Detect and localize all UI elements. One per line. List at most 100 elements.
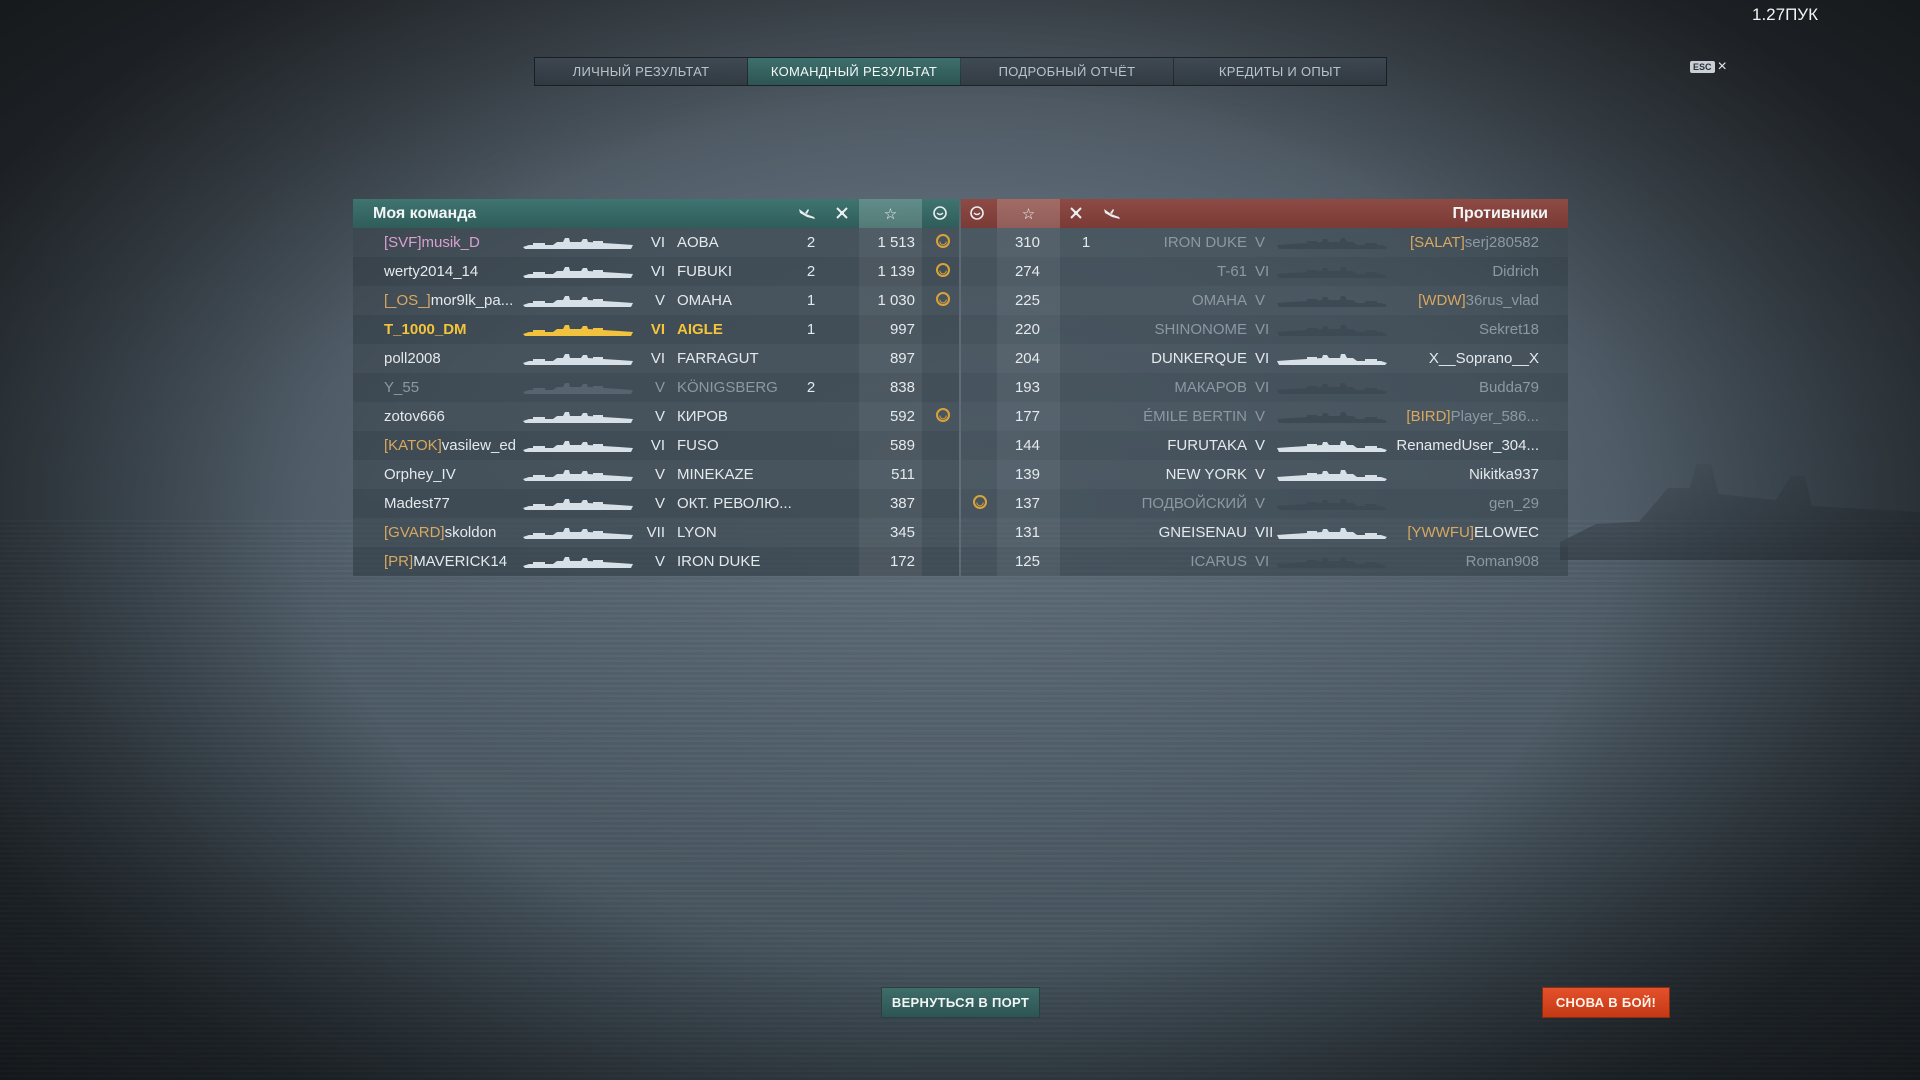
player-name-cell: Roman908 [1466,553,1539,570]
tab-personal-result[interactable]: ЛИЧНЫЙ РЕЗУЛЬТАТ [535,58,748,85]
ship-name: LYON [677,524,717,541]
my-team-row[interactable]: [GVARD]skoldon VII LYON 345 [353,518,959,547]
enemy-team-row[interactable]: 177 ÉMILE BERTIN V [BIRD]Player_586... [961,402,1568,431]
tab-detailed-report[interactable]: ПОДРОБНЫЙ ОТЧЁТ [961,58,1174,85]
enemy-team-row[interactable]: 131 GNEISENAU VII [YWWFU]ELOWEC [961,518,1568,547]
ship-silhouette-icon [523,409,633,425]
enemy-team-row[interactable]: 225 OMAHA V [WDW]36rus_vlad [961,286,1568,315]
my-team-row[interactable]: Orphey_IV V MINEKAZE 511 [353,460,959,489]
xp-value: 225 [1014,292,1040,309]
medal-icon: ◡ [936,263,950,277]
battle-again-button[interactable]: СНОВА В БОЙ! [1542,987,1670,1018]
ship-name: OMAHA [1191,292,1247,309]
xp-value: 997 [889,321,915,338]
ship-silhouette-icon [1277,293,1387,309]
tab-team-result[interactable]: КОМАНДНЫЙ РЕЗУЛЬТАТ [748,58,961,85]
ship-silhouette-icon [1277,409,1387,425]
player-name: gen_29 [1488,495,1539,512]
player-name: werty2014_14 [384,263,479,280]
player-name-cell: X__Soprano__X [1429,350,1539,367]
ship-tier: VI [650,437,665,454]
player-name: Roman908 [1465,553,1539,570]
ship-name: ICARUS [1190,553,1247,570]
my-team-row[interactable]: [PR]MAVERICK14 V IRON DUKE 172 [353,547,959,576]
ship-silhouette-icon [523,496,633,512]
xp-value: 310 [1014,234,1040,251]
close-icon[interactable]: × [1718,59,1727,75]
ship-silhouette-icon [523,322,633,338]
my-team-row[interactable]: zotov666 V КИРОВ 592 ◡ [353,402,959,431]
xp-value: 220 [1014,321,1040,338]
player-name: X__Soprano__X [1428,350,1539,367]
player-name-cell: [_OS_]mor9lk_pa... [384,292,513,309]
ship-silhouette-icon [1277,351,1387,367]
xp-value: 204 [1014,350,1040,367]
ship-name: FUSO [677,437,719,454]
ship-tier: VI [650,234,665,251]
ship-tier: VI [650,321,665,338]
enemy-team-row[interactable]: 139 NEW YORK V Nikitka937 [961,460,1568,489]
player-name: Budda79 [1478,379,1539,396]
team-results-panel: Моя команда ☆ ☆ Противники [SVF]musik_D V… [353,199,1568,576]
esc-close-button[interactable]: ESC × [1690,59,1727,75]
xp-value: 274 [1014,263,1040,280]
enemy-team-header: ☆ Противники [961,199,1568,228]
medal-icon: ◡ [936,292,950,306]
ship-name: FARRAGUT [677,350,759,367]
ship-silhouette-icon [523,554,633,570]
my-team-row[interactable]: [_OS_]mor9lk_pa... V OMAHA 1 1 030 ◡ [353,286,959,315]
my-team-row[interactable]: [KATOK]vasilew_ed VI FUSO 589 [353,431,959,460]
xp-value: 137 [1014,495,1040,512]
player-name-cell: Sekret18 [1479,321,1539,338]
player-name: T_1000_DM [384,321,467,338]
player-name-cell: [GVARD]skoldon [384,524,496,541]
ship-name: KÖNIGSBERG [677,379,778,396]
background-ship [1560,464,1920,560]
ship-silhouette-icon [523,380,633,396]
ship-tier: VI [650,350,665,367]
enemy-team-row[interactable]: 220 SHINONOME VI Sekret18 [961,315,1568,344]
ship-tier: V [654,466,665,483]
xp-star-icon: ☆ [997,199,1060,228]
result-tabs: ЛИЧНЫЙ РЕЗУЛЬТАТ КОМАНДНЫЙ РЕЗУЛЬТАТ ПОД… [534,57,1387,86]
frags-count: 2 [806,234,816,251]
xp-value: 193 [1014,379,1040,396]
xp-value: 838 [889,379,915,396]
player-name: RenamedUser_304... [1396,437,1539,454]
ship-silhouette-icon [523,525,633,541]
player-clan-tag: [BIRD] [1406,408,1451,425]
tab-credits-xp[interactable]: КРЕДИТЫ И ОПЫТ [1174,58,1386,85]
xp-value: 144 [1014,437,1040,454]
my-team-list: [SVF]musik_D VI AOBA 2 1 513 ◡ werty2014_14 VI F… [353,228,959,576]
my-team-row[interactable]: T_1000_DM VI AIGLE 1 997 [353,315,959,344]
frag-icon [1065,203,1087,223]
enemy-team-row[interactable]: 125 ICARUS VI Roman908 [961,547,1568,576]
player-name-cell: Orphey_IV [384,466,456,483]
enemy-team-row[interactable]: 144 FURUTAKA V RenamedUser_304... [961,431,1568,460]
ship-tier: VII [646,524,665,541]
ship-name: IRON DUKE [677,553,761,570]
return-to-port-button[interactable]: ВЕРНУТЬСЯ В ПОРТ [881,987,1040,1018]
my-team-row[interactable]: poll2008 VI FARRAGUT 897 [353,344,959,373]
enemy-team-row[interactable]: 310 1 IRON DUKE V [SALAT]serj280582 [961,228,1568,257]
enemy-team-row[interactable]: 274 T-61 VI Didrich [961,257,1568,286]
frags-count: 1 [806,321,816,338]
ship-name: DUNKERQUE [1151,350,1247,367]
xp-value: 131 [1014,524,1040,541]
ship-tier: V [654,292,665,309]
frags-count: 1 [806,292,816,309]
player-name-cell: [WDW]36rus_vlad [1418,292,1539,309]
player-name: 36rus_vlad [1465,292,1539,309]
my-team-row[interactable]: werty2014_14 VI FUBUKI 2 1 139 ◡ [353,257,959,286]
player-name-cell: RenamedUser_304... [1396,437,1539,454]
my-team-row[interactable]: Y_55 V KÖNIGSBERG 2 838 [353,373,959,402]
xp-value: 177 [1014,408,1040,425]
my-team-row[interactable]: Madest77 V ОКТ. РЕВОЛЮ... 387 [353,489,959,518]
my-team-row[interactable]: [SVF]musik_D VI AOBA 2 1 513 ◡ [353,228,959,257]
player-name-cell: Y_55 [384,379,419,396]
enemy-team-row[interactable]: 204 DUNKERQUE VI X__Soprano__X [961,344,1568,373]
player-name-cell: poll2008 [384,350,441,367]
enemy-team-row[interactable]: 193 МАКАРОВ VI Budda79 [961,373,1568,402]
medal-icon: ◡ [936,408,950,422]
enemy-team-row[interactable]: ◡ 137 ПОДВОЙСКИЙ Vgen_29 [961,489,1568,518]
